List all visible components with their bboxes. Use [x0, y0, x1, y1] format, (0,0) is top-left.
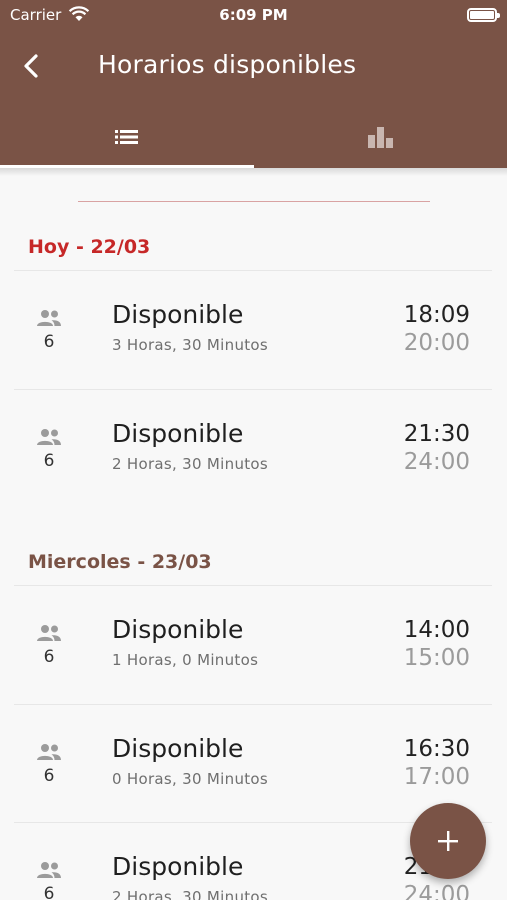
chevron-left-icon[interactable]: [16, 50, 48, 82]
slot-start-time: 18:09: [403, 302, 470, 328]
slot-status: Disponible: [112, 852, 244, 881]
slot-duration: 2 Horas, 30 Minutos: [112, 454, 269, 473]
section-title: Miercoles - 23/03: [28, 551, 212, 573]
plus-icon: [438, 831, 458, 851]
battery-icon: [467, 8, 500, 22]
people-icon: [36, 623, 62, 643]
slot-status: Disponible: [112, 300, 244, 329]
status-bar: Carrier 6:09 PM: [0, 0, 507, 32]
status-time: 6:09 PM: [219, 6, 288, 24]
people-icon: [36, 742, 62, 762]
people-icon: [36, 427, 62, 447]
capacity-count: 6: [43, 884, 55, 900]
slot-start-time: 14:00: [403, 617, 470, 643]
slot-duration: 3 Horas, 30 Minutos: [112, 336, 269, 354]
capacity-count: 6: [43, 332, 55, 352]
slot-duration: 2 Horas, 30 Minutos: [112, 888, 269, 900]
slot-status: Disponible: [112, 733, 244, 763]
page-title: Horarios disponibles: [98, 50, 357, 79]
add-button[interactable]: [410, 803, 486, 879]
bar-chart-icon: [367, 127, 393, 148]
slot-end-time: 15:00: [403, 645, 470, 671]
section-title: Hoy - 22/03: [28, 236, 151, 258]
slot-status: Disponible: [112, 615, 244, 644]
capacity-count: 6: [43, 765, 55, 786]
people-icon: [36, 308, 62, 328]
tab-chart[interactable]: [254, 108, 507, 168]
list-item[interactable]: 6 Disponible 0 Horas, 30 Minutos 16:30 17:00: [0, 704, 507, 822]
slot-end-time: 20:00: [403, 330, 470, 356]
slot-status: Disponible: [112, 418, 244, 448]
list-item[interactable]: 6 Disponible 3 Horas, 30 Minutos 18:09 20:00: [0, 270, 507, 388]
tab-list[interactable]: [0, 108, 253, 168]
capacity-count: 6: [43, 450, 55, 471]
slot-end-time: 24:00: [403, 448, 470, 475]
slot-start-time: 21:30: [403, 420, 470, 447]
app-bar-shadow: [0, 168, 507, 176]
slot-start-time: 16:30: [403, 735, 470, 762]
people-icon: [36, 860, 62, 880]
slot-end-time: 24:00: [403, 882, 470, 900]
app-bar: Carrier 6:09 PM Horarios disponibles: [0, 0, 507, 168]
slot-duration: 0 Horas, 30 Minutos: [112, 769, 269, 788]
list-icon: [114, 130, 138, 144]
capacity-count: 6: [43, 647, 55, 667]
slot-end-time: 17:00: [403, 763, 470, 790]
slot-duration: 1 Horas, 0 Minutos: [112, 651, 259, 669]
top-divider: [78, 201, 430, 202]
list-item[interactable]: 6 Disponible 1 Horas, 0 Minutos 14:00 15:00: [0, 585, 507, 703]
list-item[interactable]: 6 Disponible 2 Horas, 30 Minutos 21:3024:00: [0, 389, 507, 507]
